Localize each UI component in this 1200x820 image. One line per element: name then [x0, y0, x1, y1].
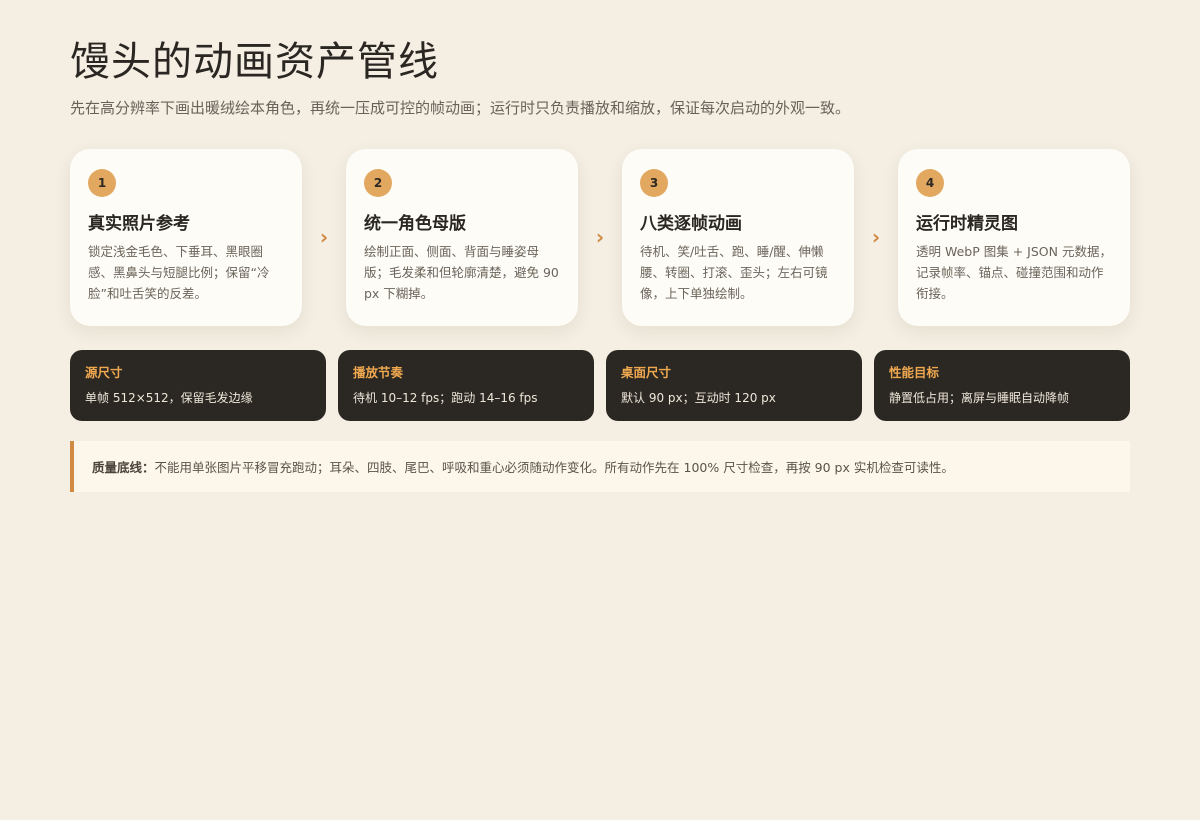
metric-card-playback-rate: 播放节奏 待机 10–12 fps；跑动 14–16 fps: [338, 350, 594, 421]
step-number-badge: 4: [916, 169, 944, 197]
step-number-badge: 2: [364, 169, 392, 197]
pipeline-steps: 1 真实照片参考 锁定浅金毛色、下垂耳、黑眼圈感、黑鼻头与短腿比例；保留“冷脸”…: [70, 149, 1130, 326]
note-text: 质量底线：不能用单张图片平移冒充跑动；耳朵、四肢、尾巴、呼吸和重心必须随动作变化…: [92, 457, 954, 476]
step-description: 透明 WebP 图集 + JSON 元数据，记录帧率、锚点、碰撞范围和动作衔接。: [916, 244, 1112, 301]
step-card-master-model: 2 统一角色母版 绘制正面、侧面、背面与睡姿母版；毛发柔和但轮廓清楚，避免 90…: [346, 149, 578, 326]
page-title: 馒头的动画资产管线: [70, 39, 439, 85]
note-label: 质量底线：: [92, 460, 155, 475]
metric-label: 播放节奏: [353, 365, 404, 380]
chevron-right-icon: ›: [319, 225, 329, 249]
step-title: 八类逐帧动画: [640, 214, 742, 234]
page-subtitle: 先在高分辨率下画出暖绒绘本角色，再统一压成可控的帧动画；运行时只负责播放和缩放，…: [70, 99, 851, 117]
metric-card-source-size: 源尺寸 单帧 512×512，保留毛发边缘: [70, 350, 326, 421]
metric-label: 性能目标: [889, 365, 940, 380]
step-card-frame-animation: 3 八类逐帧动画 待机、笑/吐舌、跑、睡/醒、伸懒腰、转圈、打滚、歪头；左右可镜…: [622, 149, 854, 326]
metric-value: 默认 90 px；互动时 120 px: [621, 391, 776, 405]
chevron-right-icon: ›: [595, 225, 605, 249]
step-description: 绘制正面、侧面、背面与睡姿母版；毛发柔和但轮廓清楚，避免 90 px 下糊掉。: [364, 244, 559, 301]
step-description: 待机、笑/吐舌、跑、睡/醒、伸懒腰、转圈、打滚、歪头；左右可镜像，上下单独绘制。: [640, 244, 828, 301]
step-title: 真实照片参考: [88, 214, 190, 234]
step-number-badge: 3: [640, 169, 668, 197]
step-description: 锁定浅金毛色、下垂耳、黑眼圈感、黑鼻头与短腿比例；保留“冷脸”和吐舌笑的反差。: [88, 244, 270, 301]
metric-label: 桌面尺寸: [621, 365, 672, 380]
metric-card-performance: 性能目标 静置低占用；离屏与睡眠自动降帧: [874, 350, 1130, 421]
step-title: 统一角色母版: [364, 214, 466, 234]
metric-value: 待机 10–12 fps；跑动 14–16 fps: [353, 391, 538, 405]
metric-value: 单帧 512×512，保留毛发边缘: [85, 391, 253, 405]
step-number-badge: 1: [88, 169, 116, 197]
metric-label: 源尺寸: [85, 365, 123, 380]
chevron-right-icon: ›: [871, 225, 881, 249]
step-card-photo-reference: 1 真实照片参考 锁定浅金毛色、下垂耳、黑眼圈感、黑鼻头与短腿比例；保留“冷脸”…: [70, 149, 302, 326]
pipeline-page: 馒头的动画资产管线 先在高分辨率下画出暖绒绘本角色，再统一压成可控的帧动画；运行…: [70, 36, 1130, 492]
note-body: 不能用单张图片平移冒充跑动；耳朵、四肢、尾巴、呼吸和重心必须随动作变化。所有动作…: [154, 460, 954, 475]
step-title: 运行时精灵图: [916, 214, 1018, 234]
metric-value: 静置低占用；离屏与睡眠自动降帧: [889, 391, 1070, 405]
step-card-runtime-sprite: 4 运行时精灵图 透明 WebP 图集 + JSON 元数据，记录帧率、锚点、碰…: [898, 149, 1130, 326]
quality-note: 质量底线：不能用单张图片平移冒充跑动；耳朵、四肢、尾巴、呼吸和重心必须随动作变化…: [70, 441, 1130, 492]
spec-metrics: 源尺寸 单帧 512×512，保留毛发边缘 播放节奏 待机 10–12 fps；…: [70, 350, 1130, 421]
metric-card-desktop-size: 桌面尺寸 默认 90 px；互动时 120 px: [606, 350, 862, 421]
